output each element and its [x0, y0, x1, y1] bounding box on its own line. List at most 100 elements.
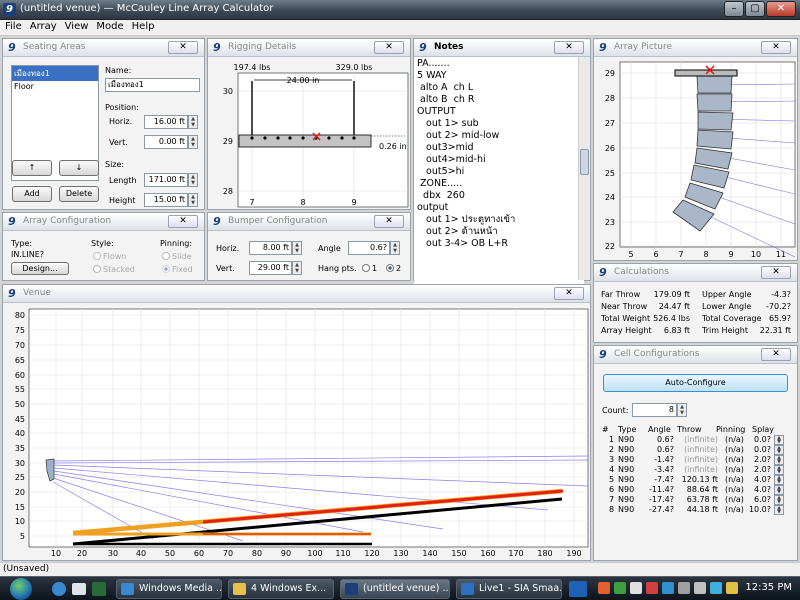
table-row[interactable]: 6 N90 -11.4? 88.64 ft (n/a) 4.0? ▲ ▼	[601, 485, 787, 495]
x-tick-label: 60	[194, 549, 204, 558]
style-stacked-radio[interactable]: Stacked	[93, 265, 135, 274]
close-window-button[interactable]: ✕	[766, 1, 796, 17]
menu-array[interactable]: Array	[25, 20, 60, 32]
menu-mode[interactable]: Mode	[91, 20, 126, 32]
table-row[interactable]: 7 N90 -17.4? 63.78 ft (n/a) 6.0? ▲ ▼	[601, 495, 787, 505]
tray-icon[interactable]	[646, 582, 658, 594]
splay-stepper[interactable]: ▲ ▼	[774, 445, 784, 455]
hang-pts-2-radio[interactable]: 2	[386, 264, 401, 273]
table-row[interactable]: 5 N90 -7.4? 120.13 ft (n/a) 4.0? ▲ ▼	[601, 475, 787, 485]
tray-icon[interactable]	[614, 582, 626, 594]
splay-stepper[interactable]: ▲ ▼	[774, 465, 784, 475]
tray-icon[interactable]	[662, 582, 674, 594]
notes-textarea[interactable]: PA....... 5 WAY alto A ch L alto B ch R …	[414, 57, 584, 298]
table-row[interactable]: 2 N90 0.6? (infinite) (n/a) 0.0? ▲ ▼	[601, 445, 787, 455]
ie-icon[interactable]	[52, 582, 66, 596]
splay-stepper[interactable]: ▲ ▼	[774, 485, 784, 495]
table-row[interactable]: 3 N90 -1.4? (infinite) (n/a) 2.0? ▲ ▼	[601, 455, 787, 465]
panel-close-button[interactable]: ✕	[374, 215, 404, 228]
list-item[interactable]: เมืองทอง1	[12, 66, 98, 81]
panel-close-button[interactable]: ✕	[168, 41, 198, 54]
splay-stepper[interactable]: ▲ ▼	[774, 455, 784, 465]
panel-close-button[interactable]: ✕	[168, 215, 198, 228]
task-live1[interactable]: Live1 - SIA Smaa...	[456, 579, 562, 599]
splay-stepper[interactable]: ▲ ▼	[774, 505, 784, 515]
bumper-horiz-stepper[interactable]: ▲ ▼	[292, 241, 302, 255]
move-down-button[interactable]: ↓	[59, 160, 99, 176]
seating-areas-panel: 9 Seating Areas ✕ เมืองทอง1 Floor Name: เม…	[2, 38, 205, 210]
maximize-button[interactable]: ▢	[745, 1, 765, 17]
pinning-fixed-radio[interactable]: Fixed	[162, 265, 193, 274]
minimize-button[interactable]: –	[724, 1, 744, 17]
panel-close-button[interactable]: ✕	[374, 41, 404, 54]
bumper-bar	[238, 134, 372, 148]
tray-icon[interactable]	[710, 582, 722, 594]
move-up-button[interactable]: ↑	[12, 160, 52, 176]
splay-stepper[interactable]: ▲ ▼	[774, 495, 784, 505]
panel-close-button[interactable]: ✕	[554, 41, 584, 54]
tray-icon[interactable]	[726, 582, 738, 594]
x-tick-label: 150	[451, 549, 466, 558]
show-desktop-icon[interactable]	[72, 583, 86, 595]
cell-angle: -3.4?	[654, 465, 674, 474]
table-row[interactable]: 4 N90 -3.4? (infinite) (n/a) 2.0? ▲ ▼	[601, 465, 787, 475]
notes-line: PA.......	[417, 58, 450, 69]
name-field[interactable]: เมืองทอง1	[105, 78, 200, 92]
notes-scrollbar[interactable]	[578, 57, 590, 280]
length-stepper[interactable]: ▲ ▼	[188, 173, 198, 187]
bumper-vert-stepper[interactable]: ▲ ▼	[292, 261, 302, 275]
splay-stepper[interactable]: ▲ ▼	[774, 435, 784, 445]
y-tick-label: 15	[15, 503, 25, 512]
design-button[interactable]: Design...	[11, 262, 69, 275]
bumper-vert-field[interactable]: 29.00 ft	[249, 261, 292, 275]
splay-stepper[interactable]: ▲ ▼	[774, 475, 784, 485]
panel-close-button[interactable]: ✕	[761, 266, 791, 279]
height-field[interactable]: 15.00 ft	[144, 193, 188, 207]
cell-throw: 120.13 ft	[681, 475, 718, 484]
panel-close-button[interactable]: ✕	[554, 287, 584, 300]
volume-icon[interactable]	[694, 582, 706, 594]
list-item[interactable]: Floor	[12, 81, 98, 92]
menu-help[interactable]: Help	[127, 20, 158, 32]
menu-file[interactable]: File	[0, 20, 25, 32]
count-stepper[interactable]: ▲ ▼	[677, 403, 687, 417]
seating-horiz-field[interactable]: 16.00 ft	[144, 115, 188, 129]
task-windows-explorer[interactable]: 4 Windows Ex...	[228, 579, 334, 599]
network-icon[interactable]	[678, 582, 690, 594]
panel-badge-icon: 9	[8, 215, 16, 228]
start-button[interactable]	[2, 577, 42, 600]
add-button[interactable]: Add	[12, 186, 52, 202]
menu-view[interactable]: View	[60, 20, 92, 32]
bumper-horiz-field[interactable]: 8.00 ft	[249, 241, 292, 255]
seating-vert-stepper[interactable]: ▲ ▼	[188, 135, 198, 149]
bumper-angle-stepper[interactable]: ▲ ▼	[390, 241, 400, 255]
bumper-angle-field[interactable]: 0.6?	[348, 241, 390, 255]
panel-close-button[interactable]: ✕	[761, 41, 791, 54]
task-windows-media[interactable]: Windows Media ...	[116, 579, 222, 599]
x-tick-label: 140	[422, 549, 437, 558]
count-field[interactable]: 8	[632, 403, 677, 417]
scrollbar-thumb[interactable]	[580, 149, 589, 175]
seating-horiz-stepper[interactable]: ▲ ▼	[188, 115, 198, 129]
height-stepper[interactable]: ▲ ▼	[188, 193, 198, 207]
style-flown-radio[interactable]: Flown	[93, 252, 126, 261]
left-load: 197.4 lbs	[234, 63, 271, 72]
quick-launch-icon[interactable]	[92, 582, 106, 596]
delete-button[interactable]: Delete	[59, 186, 99, 202]
table-row[interactable]: 8 N90 -27.4? 44.18 ft (n/a) 10.0? ▲ ▼	[601, 505, 787, 515]
panel-close-button[interactable]: ✕	[761, 348, 791, 361]
tray-icon[interactable]	[630, 582, 642, 594]
task-line-array-calculator[interactable]: (untitled venue) ...	[340, 579, 450, 599]
task-label: (untitled venue) ...	[363, 583, 450, 594]
pinning-slide-radio[interactable]: Slide	[162, 252, 192, 261]
clock[interactable]: 12:35 PM	[745, 582, 792, 593]
length-field[interactable]: 171.00 ft	[144, 173, 188, 187]
auto-configure-button[interactable]: Auto-Configure	[603, 374, 788, 392]
hang-pts-1-radio[interactable]: 1	[362, 264, 377, 273]
right-load: 329.0 lbs	[336, 63, 373, 72]
tray-icon[interactable]	[598, 582, 610, 594]
language-indicator-icon[interactable]	[569, 581, 587, 597]
seating-vert-field[interactable]: 0.00 ft	[144, 135, 188, 149]
panel-title: Array Configuration	[23, 216, 112, 226]
table-row[interactable]: 1 N90 0.6? (infinite) (n/a) 0.0? ▲ ▼	[601, 435, 787, 445]
